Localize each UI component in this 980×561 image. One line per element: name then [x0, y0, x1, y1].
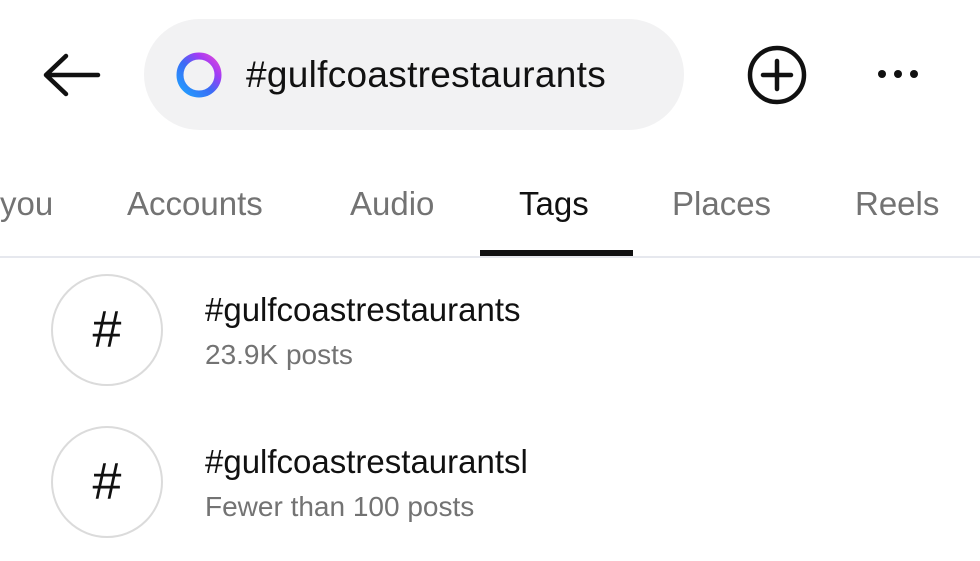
tab-places[interactable]: Places — [672, 182, 771, 226]
hashtag-post-count: Fewer than 100 posts — [205, 491, 475, 522]
hashtag-title: #gulfcoastrestaurantsl — [205, 443, 528, 480]
tab-tags[interactable]: Tags — [519, 182, 589, 226]
more-options-button[interactable] — [868, 52, 928, 96]
create-button[interactable] — [745, 43, 809, 107]
hashtag-result-row[interactable]: # #gulfcoastrestaurantsl Fewer than 100 … — [0, 412, 980, 552]
meta-ai-ring-icon[interactable] — [174, 50, 224, 100]
tab-reels[interactable]: Reels — [855, 182, 939, 226]
tab-for-you[interactable]: you — [0, 182, 53, 226]
hashtag-title: #gulfcoastrestaurants — [205, 291, 521, 328]
more-horizontal-icon — [878, 70, 918, 78]
top-bar: #gulfcoastrestaurants — [0, 0, 980, 150]
back-button[interactable] — [36, 46, 106, 104]
tab-audio[interactable]: Audio — [350, 182, 434, 226]
hashtag-icon: # — [51, 274, 163, 386]
hashtag-post-count: 23.9K posts — [205, 339, 353, 370]
hashtag-icon: # — [51, 426, 163, 538]
search-query-text[interactable]: #gulfcoastrestaurants — [246, 54, 606, 96]
search-tabs: you Accounts Audio Tags Places Reels — [0, 150, 980, 258]
hashtag-result-row[interactable]: # #gulfcoastrestaurants 23.9K posts — [0, 260, 980, 400]
plus-circle-icon — [747, 45, 807, 105]
arrow-left-icon — [43, 53, 101, 97]
search-bar[interactable]: #gulfcoastrestaurants — [144, 19, 684, 130]
tabs-divider — [0, 256, 980, 258]
tab-accounts[interactable]: Accounts — [127, 182, 263, 226]
